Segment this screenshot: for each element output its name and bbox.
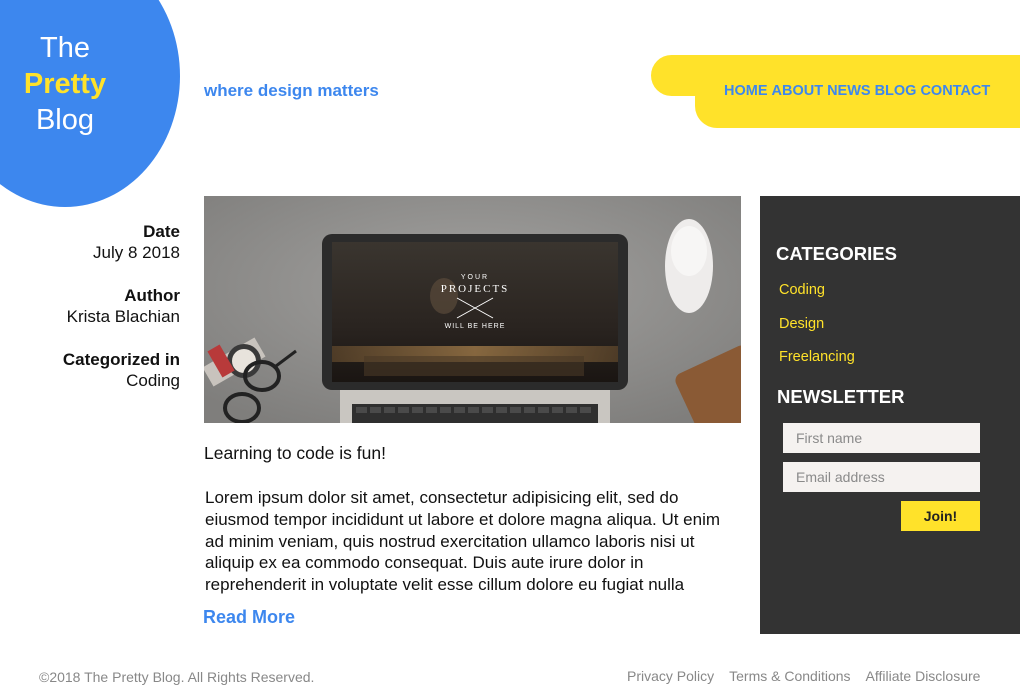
post-excerpt: Lorem ipsum dolor sit amet, consectetur …	[205, 488, 721, 595]
nav-blog[interactable]: BLOG	[875, 83, 917, 99]
categories-heading: CATEGORIES	[776, 243, 897, 264]
author-label: Author	[124, 286, 180, 305]
screen-text-2: PROJECTS	[441, 283, 510, 295]
category-label: Categorized in	[62, 350, 180, 369]
hero-image: YOUR PROJECTS WILL BE HERE	[204, 196, 741, 423]
logo-line-2: Pretty	[23, 68, 107, 100]
terms-link[interactable]: Terms & Conditions	[729, 668, 850, 684]
logo-line-1: The	[40, 32, 90, 64]
footer-links: Privacy Policy Terms & Conditions Affili…	[627, 668, 980, 684]
category-link-design[interactable]: Design	[779, 316, 824, 332]
logo-circle[interactable]: The Pretty Blog	[0, 0, 180, 207]
nav-about[interactable]: ABOUT	[772, 83, 824, 99]
privacy-policy-link[interactable]: Privacy Policy	[627, 668, 714, 684]
category-link-freelancing[interactable]: Freelancing	[779, 349, 855, 365]
first-name-field[interactable]	[783, 423, 980, 453]
date-label: Date	[143, 222, 180, 241]
category-value: Coding	[126, 371, 180, 390]
sidebar: CATEGORIES Coding Design Freelancing NEW…	[760, 196, 1020, 634]
tagline: where design matters	[204, 81, 379, 100]
nav-home[interactable]: HOME	[724, 83, 768, 99]
main-nav: HOME ABOUT NEWS BLOG CONTACT	[724, 83, 990, 99]
newsletter-heading: NEWSLETTER	[777, 386, 905, 407]
logo-line-3: Blog	[35, 104, 95, 136]
screen-text-3: WILL BE HERE	[445, 323, 506, 330]
nav-contact[interactable]: CONTACT	[920, 83, 990, 99]
category-link-coding[interactable]: Coding	[779, 282, 825, 298]
join-button[interactable]: Join!	[901, 501, 980, 531]
post-meta: Date July 8 2018 Author Krista Blachian …	[63, 221, 180, 413]
laptop-desk-illustration: YOUR PROJECTS WILL BE HERE	[204, 196, 741, 423]
date-value: July 8 2018	[93, 243, 180, 262]
post-title: Learning to code is fun!	[204, 443, 386, 463]
read-more-link[interactable]: Read More	[203, 607, 295, 628]
nav-news[interactable]: NEWS	[827, 83, 871, 99]
screen-text-1: YOUR	[461, 274, 489, 281]
logo-text: The Pretty Blog	[0, 30, 130, 138]
affiliate-disclosure-link[interactable]: Affiliate Disclosure	[866, 668, 981, 684]
email-field[interactable]	[783, 462, 980, 492]
author-value: Krista Blachian	[66, 307, 180, 326]
footer-copyright: ©2018 The Pretty Blog. All Rights Reserv…	[39, 669, 315, 685]
